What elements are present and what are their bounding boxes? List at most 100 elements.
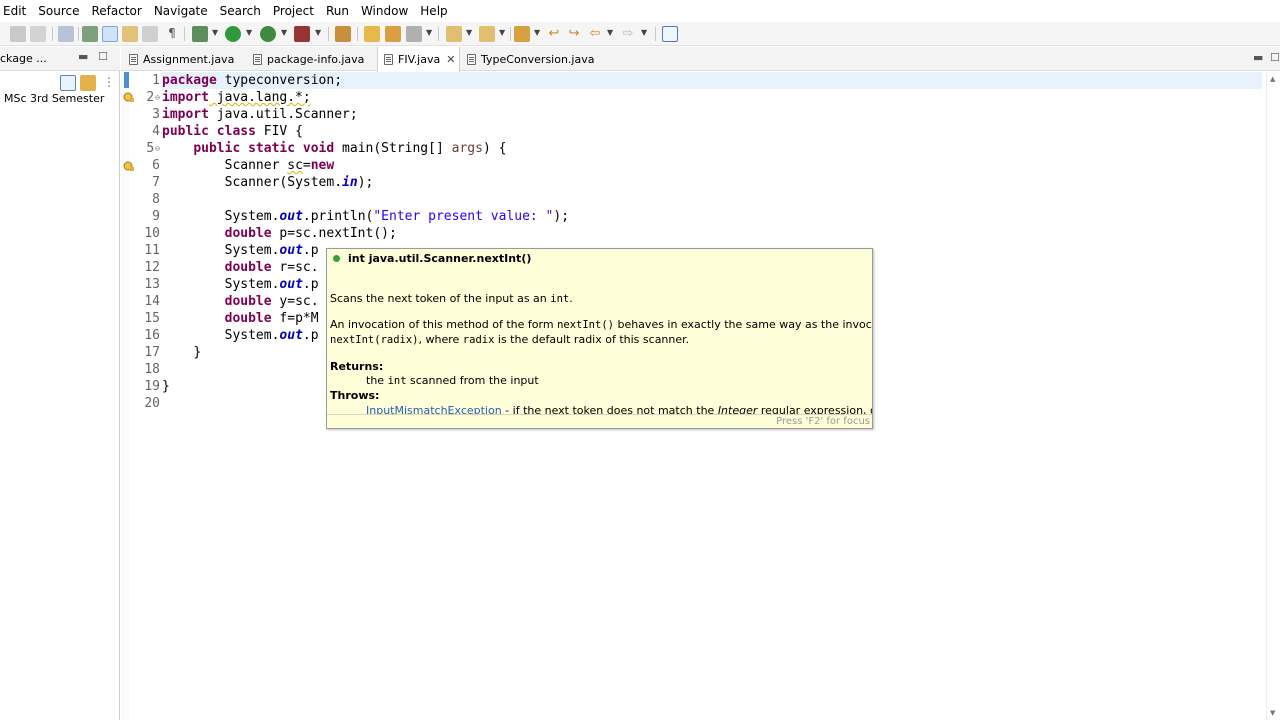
line-number: 15 xyxy=(144,311,160,326)
last-edit-dropdown-icon[interactable]: ▼ xyxy=(534,28,540,37)
code-line-3[interactable]: import java.util.Scanner; xyxy=(162,106,358,123)
line-number: 10 xyxy=(144,226,160,241)
run-icon[interactable] xyxy=(225,26,241,42)
previous-annotation-dropdown-icon[interactable]: ▼ xyxy=(499,28,505,37)
block-selection-icon[interactable] xyxy=(122,26,138,42)
menu-edit[interactable]: Edit xyxy=(0,0,34,22)
collapse-all-icon[interactable] xyxy=(60,75,76,91)
next-annotation-dropdown-icon[interactable]: ▼ xyxy=(466,28,472,37)
last-edit-location-icon[interactable] xyxy=(514,26,530,42)
code-line-2[interactable]: import java.lang.*; xyxy=(162,89,311,106)
menu-help[interactable]: Help xyxy=(416,0,455,22)
line-number: 2⊖ xyxy=(146,90,160,105)
toggle-mark-occurrences-icon[interactable] xyxy=(82,26,98,42)
line-number: 4 xyxy=(152,124,160,139)
search-dropdown-icon[interactable]: ▼ xyxy=(426,28,432,37)
code-line-16[interactable]: System.out.p xyxy=(162,327,319,344)
forward-dropdown-icon[interactable]: ▼ xyxy=(641,28,647,37)
back-icon[interactable]: ⇦ xyxy=(587,26,603,42)
menu-refactor[interactable]: Refactor xyxy=(87,0,149,22)
code-line-14[interactable]: double y=sc. xyxy=(162,293,319,310)
external-tools-dropdown-icon[interactable]: ▼ xyxy=(315,28,321,37)
code-line-11[interactable]: System.out.p xyxy=(162,242,319,259)
line-number: 8 xyxy=(152,192,160,207)
debug-dropdown-icon[interactable]: ▼ xyxy=(212,28,218,37)
link-with-editor-icon[interactable] xyxy=(80,75,96,91)
line-number: 9 xyxy=(152,209,160,224)
code-line-10[interactable]: double p=sc.nextInt(); xyxy=(162,225,397,242)
code-line-6[interactable]: Scanner sc=new xyxy=(162,157,335,174)
focus-hint: Press 'F2' for focus xyxy=(327,414,872,428)
minimize-icon[interactable]: ▬ xyxy=(78,50,88,63)
code-line-5[interactable]: public static void main(String[] args) { xyxy=(162,140,506,157)
show-whitespace-icon[interactable]: ¶ xyxy=(164,26,180,42)
maximize-icon[interactable]: ☐ xyxy=(1270,51,1280,64)
package-explorer-tab[interactable]: ckage ... xyxy=(0,52,47,65)
code-line-9[interactable]: System.out.println("Enter present value:… xyxy=(162,208,569,225)
forward-history-icon[interactable]: ↪ xyxy=(566,26,582,42)
editor-tabbar: Assignment.java package-info.java FIV.ja… xyxy=(121,47,1280,72)
minimize-icon[interactable]: ▬ xyxy=(1253,51,1263,64)
debug-icon[interactable] xyxy=(192,26,208,42)
menu-search[interactable]: Search xyxy=(216,0,269,22)
tab-fiv-java[interactable]: FIV.java ✕ xyxy=(377,47,461,72)
pin-editor-icon[interactable] xyxy=(662,26,678,42)
fold-icon[interactable]: ⊖ xyxy=(155,144,160,153)
code-line-13[interactable]: System.out.p xyxy=(162,276,319,293)
open-task-icon[interactable] xyxy=(364,26,380,42)
code-line-12[interactable]: double r=sc. xyxy=(162,259,319,276)
coverage-dropdown-icon[interactable]: ▼ xyxy=(281,28,287,37)
forward-icon[interactable]: ⇨ xyxy=(620,26,636,42)
toggle-highlight-icon[interactable] xyxy=(102,26,118,42)
open-folder-icon[interactable] xyxy=(385,26,401,42)
back-history-icon[interactable]: ↩ xyxy=(546,26,562,42)
save-icon[interactable] xyxy=(10,26,26,42)
vertical-scrollbar[interactable]: ▲ ▼ xyxy=(1266,72,1280,720)
word-wrap-icon[interactable] xyxy=(142,26,158,42)
javadoc-hover-popup[interactable]: int java.util.Scanner.nextInt() Scans th… xyxy=(326,248,873,429)
run-dropdown-icon[interactable]: ▼ xyxy=(246,28,252,37)
fold-icon[interactable]: ⊖ xyxy=(155,93,160,102)
menu-window[interactable]: Window xyxy=(357,0,416,22)
open-type-icon[interactable] xyxy=(58,26,74,42)
code-line-1[interactable]: package typeconversion; xyxy=(162,72,1262,89)
tree-item-project[interactable]: MSc 3rd Semester xyxy=(4,92,104,105)
code-line-7[interactable]: Scanner(System.in); xyxy=(162,174,374,191)
search-icon[interactable] xyxy=(406,26,422,42)
line-number: 13 xyxy=(144,277,160,292)
close-icon[interactable]: ✕ xyxy=(446,53,455,66)
tab-package-info-java[interactable]: package-info.java xyxy=(253,47,364,71)
scroll-down-icon[interactable]: ▼ xyxy=(1270,709,1275,717)
tab-assignment-java[interactable]: Assignment.java xyxy=(129,47,234,71)
new-java-project-icon[interactable] xyxy=(335,26,351,42)
line-number: 7 xyxy=(152,175,160,190)
back-dropdown-icon[interactable]: ▼ xyxy=(607,28,613,37)
line-number: 6 xyxy=(152,158,160,173)
javadoc-signature: int java.util.Scanner.nextInt() xyxy=(333,252,531,265)
toolbar-separator xyxy=(510,27,511,41)
coverage-icon[interactable] xyxy=(260,26,276,42)
toolbar-separator xyxy=(52,27,53,41)
code-line-19[interactable]: } xyxy=(162,378,170,395)
line-number: 17 xyxy=(144,345,160,360)
code-line-17[interactable]: } xyxy=(162,344,201,361)
maximize-icon[interactable]: ☐ xyxy=(98,50,108,63)
external-tools-icon[interactable] xyxy=(294,26,310,42)
save-all-icon[interactable] xyxy=(30,26,46,42)
menu-run[interactable]: Run xyxy=(322,0,357,22)
package-explorer-toolbar: ⋮ xyxy=(0,72,120,94)
tab-label: Assignment.java xyxy=(143,52,235,66)
view-menu-icon[interactable]: ⋮ xyxy=(101,75,117,91)
scroll-up-icon[interactable]: ▲ xyxy=(1270,75,1275,83)
next-annotation-icon[interactable] xyxy=(446,26,462,42)
code-line-15[interactable]: double f=p*M xyxy=(162,310,319,327)
javadoc-summary: Scans the next token of the input as an … xyxy=(330,292,573,305)
package-explorer-tabbar: ckage ... ▬ ☐ xyxy=(0,47,120,71)
menu-navigate[interactable]: Navigate xyxy=(150,0,216,22)
menu-source[interactable]: Source xyxy=(34,0,87,22)
code-line-4[interactable]: public class FIV { xyxy=(162,123,303,140)
tab-typeconversion-java[interactable]: TypeConversion.java xyxy=(467,47,594,71)
toolbar-separator xyxy=(184,27,185,41)
menu-project[interactable]: Project xyxy=(269,0,322,22)
previous-annotation-icon[interactable] xyxy=(479,26,495,42)
